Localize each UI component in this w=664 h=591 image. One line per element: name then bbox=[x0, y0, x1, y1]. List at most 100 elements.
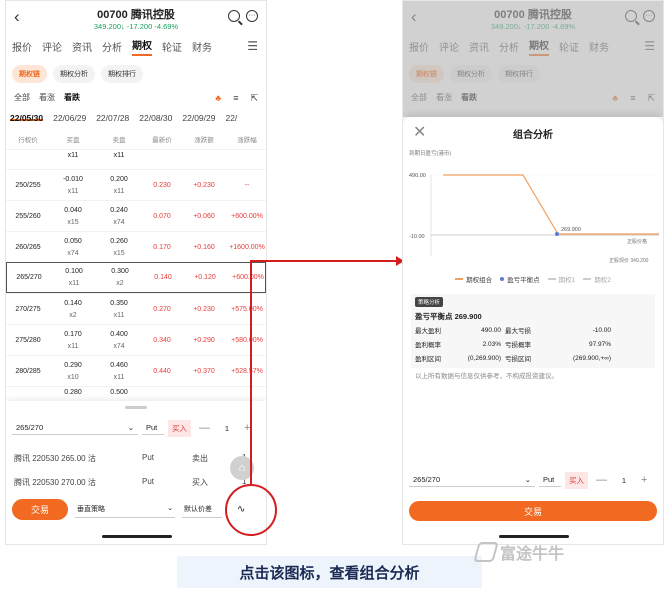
option-chain-screen: ‹ 00700 腾讯控股 349.200↓ -17.200 -4.69% ···… bbox=[5, 0, 267, 545]
price-change: +0.230 bbox=[182, 182, 226, 189]
chg: +0.230 bbox=[193, 181, 215, 189]
last-price: 0.070 bbox=[142, 213, 182, 220]
menu-icon[interactable]: ☰ bbox=[247, 39, 258, 53]
table-row[interactable]: 270/275 0.140 x2 0.350 x11 0.270 +0.230 +575.00… bbox=[6, 293, 266, 324]
strike-select[interactable]: 265/270 ⌄ bbox=[409, 473, 535, 487]
tab-quote[interactable]: 报价 bbox=[12, 39, 32, 54]
type-select[interactable]: Put bbox=[539, 473, 561, 487]
table-row[interactable]: x11 x11 bbox=[6, 149, 266, 169]
filter-all[interactable]: 全部 bbox=[14, 92, 30, 103]
expiry-date[interactable]: 22/05/30 bbox=[10, 113, 44, 123]
filter-calls[interactable]: 看涨 bbox=[39, 92, 55, 103]
qty-value[interactable]: 1 bbox=[218, 424, 236, 433]
bid-price: 0.280 bbox=[64, 389, 82, 396]
bid-price: 0.170 x11 bbox=[50, 331, 96, 350]
price-change-pct: -- bbox=[226, 182, 266, 189]
expiry-date[interactable]: 22/ bbox=[225, 113, 237, 123]
last: 0.170 bbox=[153, 243, 171, 251]
ask-price: 0.240 x74 bbox=[96, 207, 142, 226]
strike-select[interactable]: 265/270 ⌄ bbox=[12, 421, 138, 435]
chip-option-ranking[interactable]: 期权排行 bbox=[101, 65, 143, 83]
table-row[interactable]: 260/265 0.050 x74 0.260 x15 0.170 +0.160 +1600.… bbox=[6, 231, 266, 262]
price-change-pct: +575.00% bbox=[226, 306, 266, 313]
bid: 0.170 bbox=[64, 330, 82, 338]
legend-item: 期权组合 bbox=[455, 274, 492, 284]
leg-item[interactable]: 腾讯 220530 270.00 沽 Put 买入 1 bbox=[6, 464, 266, 488]
strategy-select[interactable]: 垂直策略 ⌄ bbox=[75, 501, 175, 518]
modal-overlay[interactable] bbox=[403, 1, 663, 117]
strategy-stats: 策略分析 盈亏平衡点 269.900 最大盈利 490.00 最大亏损 -10.… bbox=[411, 294, 655, 368]
table-row-selected[interactable]: 265/270 0.100 x11 0.300 x2 0.140 +0.120 +600.00… bbox=[6, 262, 266, 293]
last-price: 0.340 bbox=[142, 337, 182, 344]
chg: +0.370 bbox=[193, 367, 215, 375]
connector-line bbox=[250, 260, 252, 485]
tab-comments[interactable]: 评论 bbox=[42, 39, 62, 54]
last: 0.070 bbox=[153, 212, 171, 220]
ask: 0.400 bbox=[110, 330, 128, 338]
tab-news[interactable]: 资讯 bbox=[72, 39, 92, 54]
ask: 0.200 bbox=[110, 175, 128, 183]
last: 0.140 bbox=[154, 274, 172, 281]
share-icon[interactable]: ⇱ bbox=[250, 93, 258, 104]
expiry-date[interactable]: 22/07/28 bbox=[96, 113, 129, 123]
table-row[interactable]: 255/260 0.040 x15 0.240 x74 0.070 +0.060 +600.0… bbox=[6, 200, 266, 231]
highlight-circle bbox=[225, 484, 277, 536]
bid: 0.290 bbox=[64, 361, 82, 369]
drag-handle[interactable] bbox=[125, 406, 147, 409]
type-select[interactable]: Put bbox=[142, 421, 164, 435]
payoff-chart: 到期日盈亏(港币) 490.00 -10.00 269.900 正股价格 正股现… bbox=[409, 149, 659, 264]
last-price: 0.440 bbox=[142, 368, 182, 375]
last: 0.440 bbox=[153, 367, 171, 375]
settings-icon[interactable]: ≡ bbox=[233, 93, 238, 104]
side-select[interactable]: 买入 bbox=[168, 419, 191, 437]
legend-item: 期权2 bbox=[583, 274, 611, 284]
trade-button[interactable]: 交易 bbox=[12, 499, 68, 520]
chat-icon[interactable]: ··· bbox=[246, 10, 258, 22]
chip-option-chain[interactable]: 期权链 bbox=[12, 65, 47, 83]
qty-minus-button[interactable]: — bbox=[592, 474, 611, 486]
expiry-date[interactable]: 22/08/30 bbox=[139, 113, 172, 123]
last: 0.270 bbox=[153, 305, 171, 313]
expiry-date[interactable]: 22/06/29 bbox=[53, 113, 86, 123]
qty-plus-button[interactable]: + bbox=[240, 422, 254, 434]
legend-item: 期权1 bbox=[547, 274, 575, 284]
trade-button[interactable]: 交易 bbox=[409, 501, 657, 521]
tab-options[interactable]: 期权 bbox=[132, 37, 152, 56]
ask-size: x11 bbox=[113, 373, 125, 381]
qty-value[interactable]: 1 bbox=[615, 476, 633, 485]
leg-item[interactable]: 腾讯 220530 265.00 沽 Put 卖出 1 bbox=[6, 439, 266, 464]
col-strike: 行权价 bbox=[18, 137, 38, 144]
close-icon[interactable]: ✕ bbox=[413, 122, 426, 142]
table-row[interactable]: 280/285 0.290 x10 0.460 x11 0.440 +0.370 +528.5… bbox=[6, 355, 266, 386]
pct: +600.00% bbox=[232, 274, 264, 281]
bid: -0.010 bbox=[63, 175, 83, 183]
tab-financials[interactable]: 财务 bbox=[192, 39, 212, 54]
connector-line bbox=[250, 260, 398, 262]
expiry-date[interactable]: 22/09/29 bbox=[182, 113, 215, 123]
chip-option-analysis[interactable]: 期权分析 bbox=[53, 65, 95, 83]
table-row[interactable]: 250/255 -0.010 x11 0.200 x11 0.230 +0.230 -- bbox=[6, 169, 266, 200]
price-change: +0.160 bbox=[182, 244, 226, 251]
col-last: 最新价 bbox=[152, 137, 172, 144]
strategy-icon[interactable]: ♣ bbox=[215, 93, 221, 104]
filter-puts[interactable]: 看跌 bbox=[64, 92, 80, 103]
ask: 0.240 bbox=[110, 206, 128, 214]
breakeven-label: 269.900 bbox=[561, 227, 581, 233]
leg-name: 腾讯 220530 265.00 沽 bbox=[14, 454, 96, 463]
tab-analysis[interactable]: 分析 bbox=[102, 39, 122, 54]
bid-size: x10 bbox=[67, 373, 79, 381]
ask-size: x11 bbox=[113, 152, 125, 159]
spread-select[interactable]: 默认价差 bbox=[182, 501, 222, 518]
side-select[interactable]: 买入 bbox=[565, 471, 588, 489]
qty-minus-button[interactable]: — bbox=[195, 422, 214, 434]
qty-plus-button[interactable]: + bbox=[637, 474, 651, 486]
chevron-down-icon: ⌄ bbox=[524, 475, 531, 484]
price-change-pct: +580.00% bbox=[226, 337, 266, 344]
order-controls: 265/270 ⌄ Put 买入 — 1 + bbox=[403, 469, 663, 491]
chg: +0.120 bbox=[194, 274, 216, 281]
table-row[interactable]: 275/280 0.170 x11 0.400 x74 0.340 +0.290 +580.0… bbox=[6, 324, 266, 355]
chg: +0.160 bbox=[193, 243, 215, 251]
search-icon[interactable] bbox=[228, 10, 240, 22]
tab-warrants[interactable]: 轮证 bbox=[162, 39, 182, 54]
last-price: 0.230 bbox=[142, 182, 182, 189]
